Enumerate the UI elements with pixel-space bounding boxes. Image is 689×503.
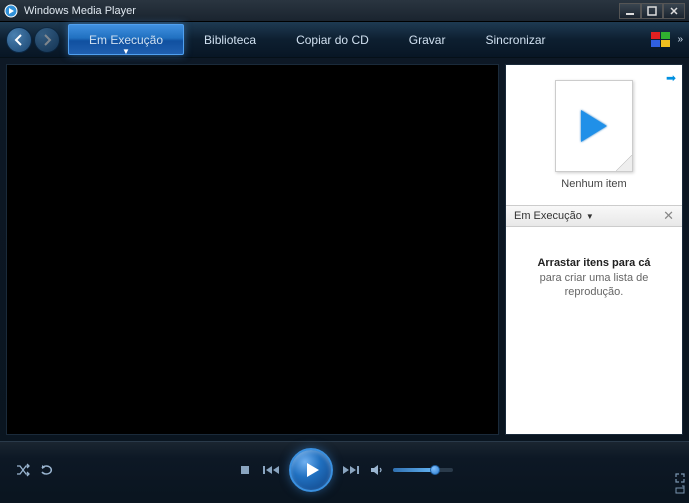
more-chevron-icon[interactable]: » xyxy=(677,34,683,45)
tab-library[interactable]: Biblioteca xyxy=(184,22,276,57)
playback-bar xyxy=(0,441,689,497)
repeat-button[interactable] xyxy=(40,463,54,477)
app-title: Windows Media Player xyxy=(24,5,136,17)
tab-label: Gravar xyxy=(409,33,446,47)
tab-label: Em Execução xyxy=(89,33,163,47)
playlist-header[interactable]: Em Execução ▼ ✕ xyxy=(506,205,682,227)
volume-slider[interactable] xyxy=(393,468,453,472)
album-art-area: ➡ Nenhum item xyxy=(506,65,682,205)
view-fullscreen-icon[interactable] xyxy=(675,473,685,483)
close-button[interactable] xyxy=(663,3,685,19)
chevron-down-icon: ▼ xyxy=(122,47,130,56)
content-area: ➡ Nenhum item Em Execução ▼ ✕ Arrastar i… xyxy=(0,58,689,441)
next-arrow-icon[interactable]: ➡ xyxy=(666,71,676,85)
clear-playlist-icon[interactable]: ✕ xyxy=(663,208,674,224)
playlist-title: Em Execução xyxy=(514,210,582,222)
volume-fill xyxy=(393,468,432,472)
previous-button[interactable] xyxy=(263,464,279,476)
nav-back-button[interactable] xyxy=(6,27,32,53)
view-compact-icon[interactable] xyxy=(675,485,685,495)
maximize-button[interactable] xyxy=(641,3,663,19)
play-button[interactable] xyxy=(289,448,333,492)
tab-label: Biblioteca xyxy=(204,33,256,47)
playlist-sidebar: ➡ Nenhum item Em Execução ▼ ✕ Arrastar i… xyxy=(505,64,683,435)
tab-burn[interactable]: Gravar xyxy=(389,22,466,57)
tab-now-playing[interactable]: Em Execução ▼ xyxy=(68,24,184,55)
play-icon xyxy=(581,110,607,142)
volume-thumb[interactable] xyxy=(430,465,440,475)
tabs: Em Execução ▼ Biblioteca Copiar do CD Gr… xyxy=(68,22,651,57)
nav-forward-button[interactable] xyxy=(34,27,60,53)
minimize-button[interactable] xyxy=(619,3,641,19)
video-viewport xyxy=(6,64,499,435)
mute-button[interactable] xyxy=(369,463,383,477)
titlebar: Windows Media Player xyxy=(0,0,689,22)
shuffle-button[interactable] xyxy=(16,463,30,477)
playlist-empty-state[interactable]: Arrastar itens para cá para criar uma li… xyxy=(506,227,682,434)
app-icon xyxy=(4,4,18,18)
stop-button[interactable] xyxy=(237,464,253,476)
tab-sync[interactable]: Sincronizar xyxy=(465,22,565,57)
toolbar: Em Execução ▼ Biblioteca Copiar do CD Gr… xyxy=(0,22,689,58)
next-button[interactable] xyxy=(343,464,359,476)
placeholder-thumbnail xyxy=(555,80,633,172)
windows-flag-icon[interactable] xyxy=(651,32,671,48)
thumbnail-label: Nenhum item xyxy=(561,178,626,190)
tab-label: Sincronizar xyxy=(485,33,545,47)
empty-title: Arrastar itens para cá xyxy=(537,257,650,269)
chevron-down-icon: ▼ xyxy=(586,212,594,221)
empty-subtitle: para criar uma lista de reprodução. xyxy=(522,271,666,300)
tab-label: Copiar do CD xyxy=(296,33,369,47)
window-controls xyxy=(619,3,685,19)
tab-rip[interactable]: Copiar do CD xyxy=(276,22,389,57)
